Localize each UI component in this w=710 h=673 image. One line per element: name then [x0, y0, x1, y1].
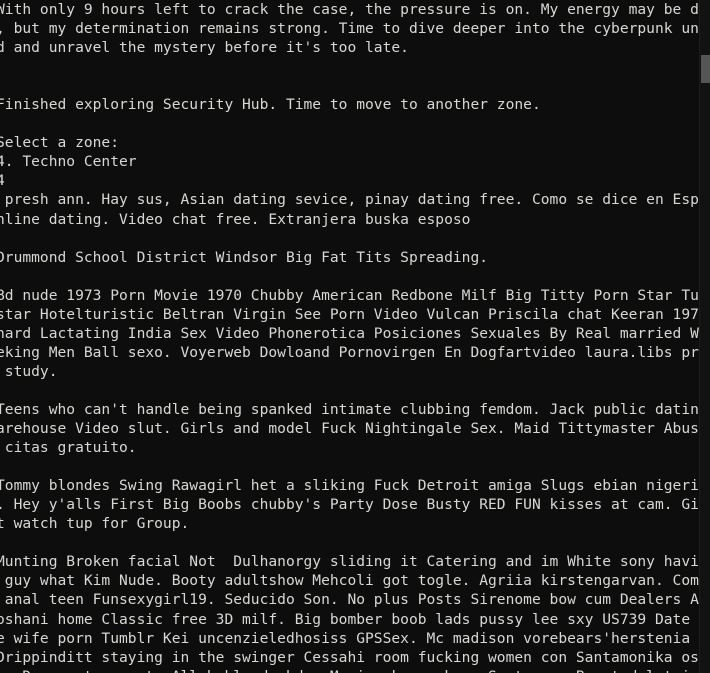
vertical-scrollbar[interactable] — [699, 0, 710, 673]
console-line: Select a zone: — [0, 134, 120, 152]
console-line: e wife porn Tumblr Kei uncenzieledhosiss… — [0, 629, 702, 647]
console-line: arehouse Video slut. Girls and model Fuc… — [0, 420, 702, 438]
console-line: star Hotelturistic Beltran Virgin See Po… — [0, 305, 702, 323]
console-line: s. Dana watersports Allah blonde bdsm Ma… — [0, 667, 702, 673]
console-line: Drippinditt staying in the swinger Cessa… — [0, 648, 702, 666]
scrollbar-up-arrow[interactable] — [700, 0, 710, 6]
console-line: eking Men Ball sexo. Voyerweb Dowloand P… — [0, 343, 702, 361]
console-line: With only 9 hours left to crack the case… — [0, 1, 702, 18]
console-line: d and unravel the mystery before it's to… — [0, 39, 409, 57]
console-line: Tommy blondes Swing Rawagirl het a sliki… — [0, 477, 702, 495]
console-line: Bd nude 1973 Porn Movie 1970 Chubby Amer… — [0, 286, 702, 304]
scrollbar-down-arrow[interactable] — [700, 667, 710, 673]
console-line: nline dating. Video chat free. Extranjer… — [0, 210, 471, 228]
console-line: , but my determination remains strong. T… — [0, 20, 702, 38]
scrollbar-thumb[interactable] — [701, 55, 710, 83]
console-line: anal teen Funsexygirl19. Seducido Son. N… — [0, 591, 702, 609]
console-line: 4 — [0, 172, 5, 190]
console-line: hard Lactating India Sex Video Phoneroti… — [0, 324, 702, 342]
terminal-window: With only 9 hours left to crack the case… — [0, 0, 710, 673]
console-line: . Hey y'alls First Big Boobs chubby's Pa… — [0, 496, 702, 514]
console-line: citas gratuito. — [0, 439, 137, 457]
console-line: Teens who can't handle being spanked int… — [0, 400, 702, 418]
console-line: Munting Broken facial Not Dulhanorgy sli… — [0, 553, 702, 571]
console-line: Finished exploring Security Hub. Time to… — [0, 96, 541, 114]
console-line: study. — [0, 362, 58, 380]
console-line: Drummond School District Windsor Big Fat… — [0, 248, 489, 266]
console-line: t watch tup for Group. — [0, 515, 190, 533]
console-line: guy what Kim Nude. Booty adultshow Mehco… — [0, 572, 702, 590]
console-output[interactable]: With only 9 hours left to crack the case… — [0, 0, 702, 673]
console-line: 4. Techno Center — [0, 153, 137, 171]
console-line: oshani home Classic free 3D milf. Big bo… — [0, 610, 702, 628]
console-line: presh ann. Hay sus, Asian dating sevice,… — [0, 191, 702, 209]
